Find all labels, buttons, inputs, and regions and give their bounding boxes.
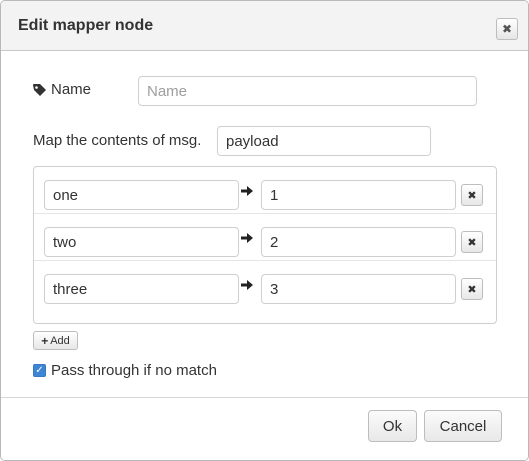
rule-to-input[interactable] xyxy=(261,180,456,210)
close-icon: ✖ xyxy=(467,189,477,202)
rule-row: ✖ xyxy=(34,261,496,308)
property-input[interactable] xyxy=(217,126,431,156)
add-button-label: Add xyxy=(50,334,70,347)
dialog-titlebar: Edit mapper node ✖ xyxy=(1,1,528,51)
check-icon: ✓ xyxy=(35,365,44,376)
pass-through-label: Pass through if no match xyxy=(51,362,217,379)
rule-from-input[interactable] xyxy=(44,180,239,210)
map-label: Map the contents of msg. xyxy=(33,132,202,149)
delete-rule-button[interactable]: ✖ xyxy=(461,278,483,300)
close-icon: ✖ xyxy=(467,236,477,249)
dialog-title: Edit mapper node xyxy=(18,17,154,34)
delete-rule-button[interactable]: ✖ xyxy=(461,184,483,206)
rule-from-input[interactable] xyxy=(44,227,239,257)
tag-icon xyxy=(33,84,46,96)
cancel-button[interactable]: Cancel xyxy=(424,410,502,442)
arrow-right-icon xyxy=(241,186,253,196)
rules-list: ✖ ✖ ✖ xyxy=(33,166,497,324)
add-rule-button[interactable]: + Add xyxy=(33,331,78,350)
close-button[interactable]: ✖ xyxy=(496,18,518,40)
pass-through-checkbox[interactable]: ✓ xyxy=(33,364,46,377)
edit-mapper-dialog: Edit mapper node ✖ Name Map the contents… xyxy=(0,0,529,461)
rule-row: ✖ xyxy=(34,167,496,214)
close-icon: ✖ xyxy=(467,283,477,296)
plus-icon: + xyxy=(41,333,49,348)
name-label: Name xyxy=(51,81,92,98)
close-icon: ✖ xyxy=(501,22,513,36)
rule-from-input[interactable] xyxy=(44,274,239,304)
arrow-right-icon xyxy=(241,280,253,290)
dialog-footer: Ok Cancel xyxy=(1,397,528,460)
arrow-right-icon xyxy=(241,233,253,243)
rule-to-input[interactable] xyxy=(261,274,456,304)
delete-rule-button[interactable]: ✖ xyxy=(461,231,483,253)
name-input[interactable] xyxy=(138,76,477,106)
ok-button[interactable]: Ok xyxy=(368,410,417,442)
rule-row: ✖ xyxy=(34,214,496,261)
rule-to-input[interactable] xyxy=(261,227,456,257)
